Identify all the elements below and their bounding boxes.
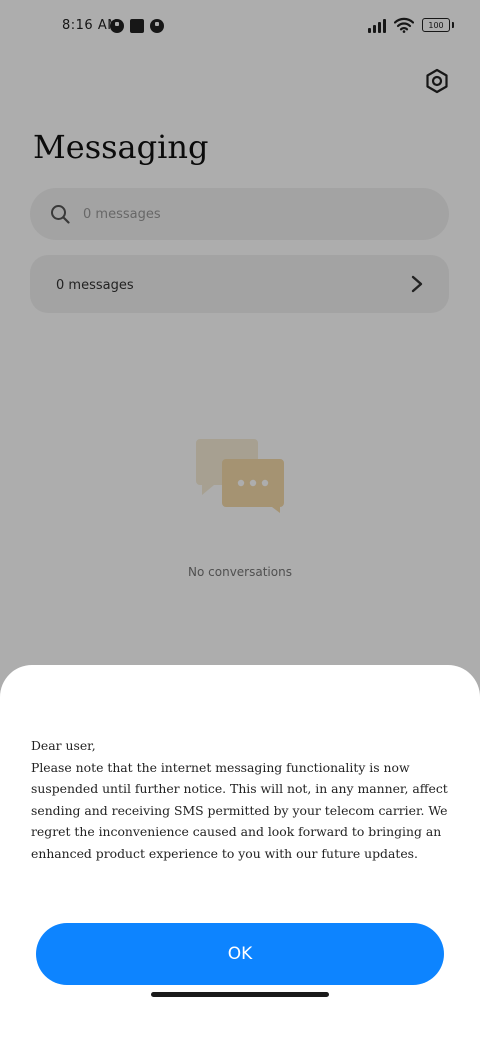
home-indicator[interactable]: [151, 992, 329, 997]
notice-body: Please note that the internet messaging …: [31, 759, 448, 861]
notice-dialog: Dear user, Please note that the internet…: [0, 665, 480, 1040]
notice-greeting: Dear user,: [31, 738, 96, 753]
notice-message: Dear user, Please note that the internet…: [31, 735, 459, 864]
ok-button[interactable]: OK: [36, 923, 444, 985]
